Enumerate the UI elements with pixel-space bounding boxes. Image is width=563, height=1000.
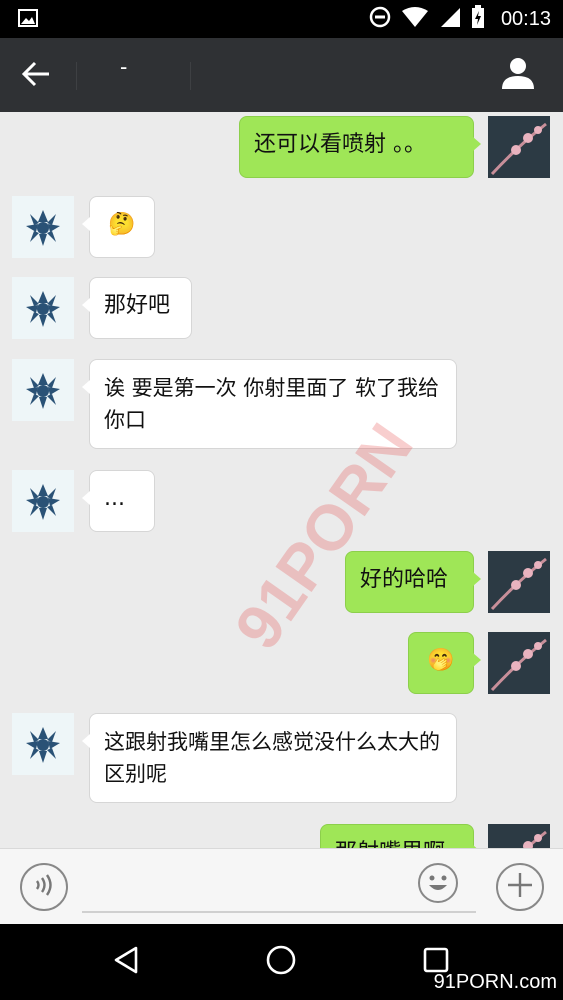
input-bar (0, 848, 563, 924)
battery-charging-icon (471, 5, 485, 33)
person-icon (501, 56, 535, 94)
avatar-contact[interactable] (12, 196, 74, 258)
avatar-contact[interactable] (12, 359, 74, 421)
voice-button[interactable] (20, 863, 68, 911)
message-bubble-incoming[interactable]: ... (82, 470, 155, 532)
status-bar: 00:13 (0, 0, 563, 38)
emoji-icon (420, 865, 456, 905)
avatar-contact[interactable] (12, 277, 74, 339)
message-input[interactable] (82, 867, 476, 913)
avatar-contact[interactable] (12, 713, 74, 775)
more-button[interactable] (496, 863, 544, 911)
watermark-text-small: 91PORN.com (433, 971, 557, 993)
chat-screen: 00:13 - 还可以看喷射 。。 🤔 那好吧 诶 要是第一次 你射里面了 软了… (0, 0, 563, 1000)
status-time: 00:13 (500, 7, 551, 30)
emoji-button[interactable] (418, 863, 458, 903)
back-button[interactable] (16, 56, 56, 96)
image-icon (18, 9, 38, 27)
avatar-self[interactable] (488, 824, 550, 848)
message-bubble-outgoing[interactable]: 好的哈哈 (345, 551, 481, 613)
message-bubble-outgoing[interactable]: 还可以看喷射 。。 (239, 116, 481, 178)
chat-header: - (0, 38, 563, 112)
nav-home-button[interactable] (259, 940, 303, 984)
home-circle-icon (265, 944, 297, 980)
nav-back-button[interactable] (104, 940, 148, 984)
avatar-self[interactable] (488, 116, 550, 178)
header-divider (190, 62, 191, 90)
avatar-self[interactable] (488, 632, 550, 694)
avatar-self[interactable] (488, 551, 550, 613)
voice-icon (31, 872, 57, 902)
chat-title: - (120, 54, 128, 79)
navigation-bar: 91PORN.com (0, 924, 563, 1000)
wifi-icon (401, 6, 429, 32)
message-bubble-incoming[interactable]: 这跟射我嘴里怎么感觉没什么太大的区别呢 (82, 713, 457, 803)
profile-button[interactable] (497, 54, 539, 96)
back-triangle-icon (112, 945, 140, 979)
plus-icon (506, 871, 534, 903)
message-bubble-outgoing[interactable]: 那射嘴里啊 (320, 824, 481, 848)
message-bubble-outgoing[interactable]: 🤭 (408, 632, 481, 694)
message-bubble-incoming[interactable]: 诶 要是第一次 你射里面了 软了我给你口 (82, 359, 457, 449)
message-bubble-incoming[interactable]: 那好吧 (82, 277, 192, 339)
signal-icon (439, 6, 461, 32)
message-bubble-incoming[interactable]: 🤔 (82, 196, 155, 258)
back-arrow-icon (21, 61, 50, 91)
message-list: 还可以看喷射 。。 🤔 那好吧 诶 要是第一次 你射里面了 软了我给你口 ...… (0, 112, 563, 848)
do-not-disturb-icon (369, 6, 391, 32)
header-divider (76, 62, 77, 90)
avatar-contact[interactable] (12, 470, 74, 532)
